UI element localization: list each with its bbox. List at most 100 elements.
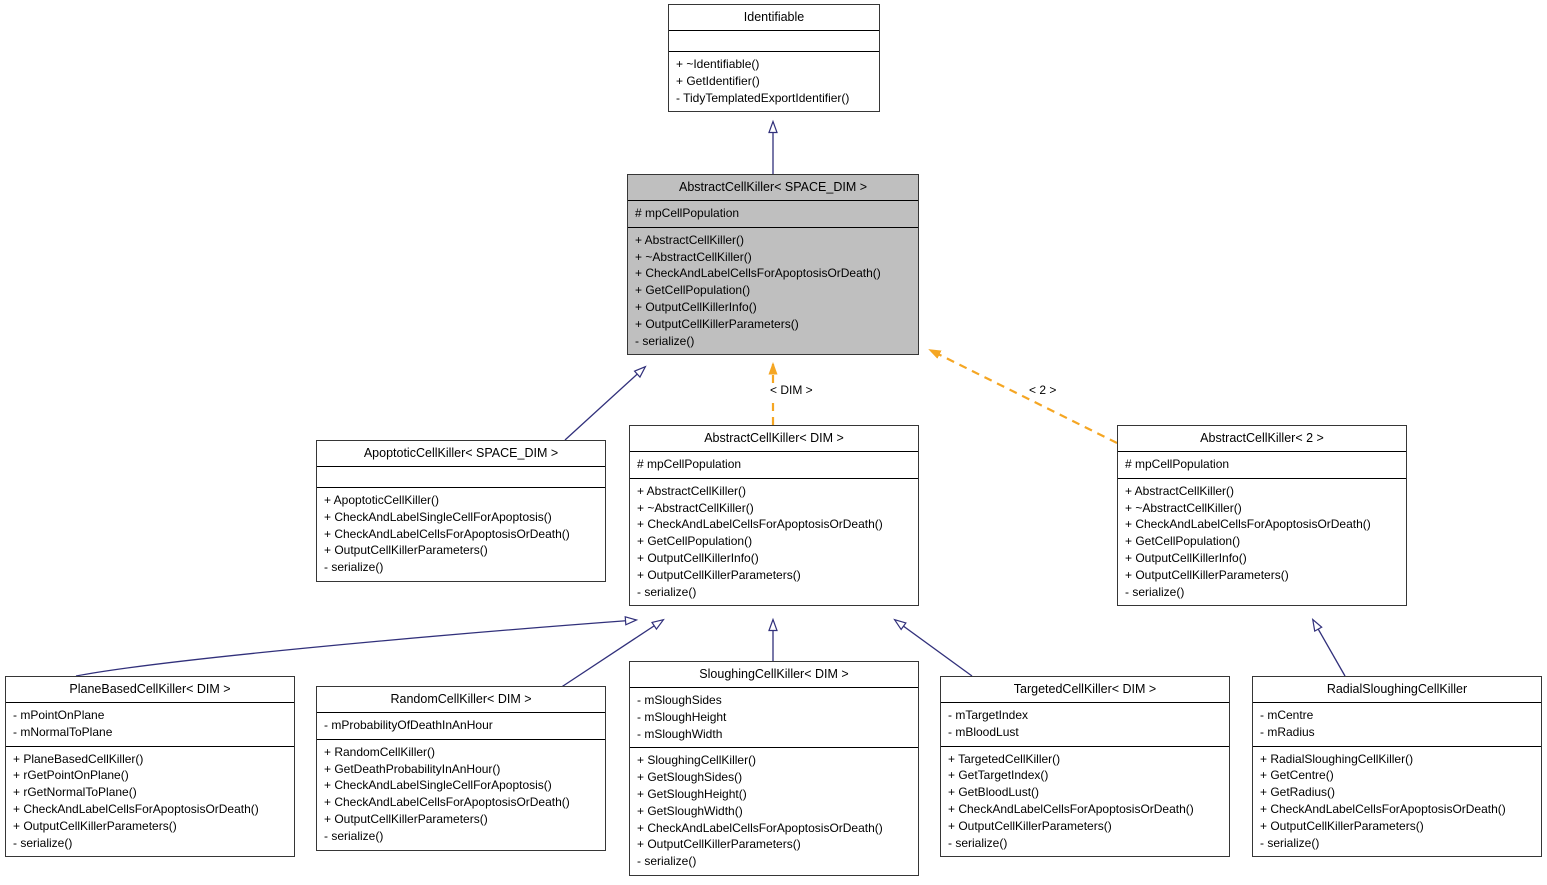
class-attributes: - mTargetIndex - mBloodLust: [941, 703, 1229, 747]
class-operation: + AbstractCellKiller(): [1125, 483, 1235, 498]
class-operation: + GetSloughHeight(): [637, 786, 747, 801]
class-operation: + ~AbstractCellKiller(): [635, 249, 752, 264]
class-title: AbstractCellKiller< SPACE_DIM >: [628, 175, 918, 201]
class-operation: - serialize(): [1260, 835, 1320, 850]
class-operation: + PlaneBasedCellKiller(): [13, 751, 144, 766]
class-operation: + AbstractCellKiller(): [637, 483, 747, 498]
class-operations: + RadialSloughingCellKiller() + GetCentr…: [1253, 747, 1541, 857]
class-node-targetedcellkiller[interactable]: TargetedCellKiller< DIM > - mTargetIndex…: [940, 676, 1230, 858]
class-attribute: # mpCellPopulation: [637, 457, 742, 471]
class-operation: + ~Identifiable(): [676, 57, 760, 71]
class-operation: + GetSloughSides(): [637, 770, 743, 785]
class-node-randomcellkiller[interactable]: RandomCellKiller< DIM > - mProbabilityOf…: [316, 686, 606, 851]
class-diagram-canvas: AbstractCellKiller< SPACE_DIM > --> Abst…: [0, 0, 1547, 885]
class-node-sloughingcellkiller[interactable]: SloughingCellKiller< DIM > - mSloughSide…: [629, 661, 919, 876]
class-operations: + TargetedCellKiller() + GetTargetIndex(…: [941, 747, 1229, 857]
class-title: ApoptoticCellKiller< SPACE_DIM >: [317, 441, 605, 467]
class-operation: + GetIdentifier(): [676, 73, 760, 88]
class-operation: + GetCellPopulation(): [637, 534, 753, 549]
edge-label-2: < 2 >: [1028, 383, 1058, 397]
class-operation: + OutputCellKillerParameters(): [1125, 567, 1289, 582]
class-operation: + CheckAndLabelCellsForApoptosisOrDeath(…: [637, 517, 883, 532]
class-operation: + CheckAndLabelCellsForApoptosisOrDeath(…: [637, 820, 883, 835]
class-attribute: - mTargetIndex: [948, 708, 1029, 722]
class-operation: + CheckAndLabelCellsForApoptosisOrDeath(…: [635, 266, 881, 281]
class-title: AbstractCellKiller< 2 >: [1118, 426, 1406, 452]
class-operation: + OutputCellKillerParameters(): [1260, 818, 1424, 833]
class-attributes: - mSloughSides - mSloughHeight - mSlough…: [630, 688, 918, 749]
class-attributes: # mpCellPopulation: [1118, 452, 1406, 479]
class-title: PlaneBasedCellKiller< DIM >: [6, 677, 294, 703]
class-operation: + CheckAndLabelSingleCellForApoptosis(): [324, 509, 552, 524]
class-operation: + CheckAndLabelCellsForApoptosisOrDeath(…: [948, 801, 1194, 816]
class-title: SloughingCellKiller< DIM >: [630, 662, 918, 688]
class-operation: + CheckAndLabelCellsForApoptosisOrDeath(…: [1260, 801, 1506, 816]
class-attributes: [317, 467, 605, 488]
class-operation: + GetDeathProbabilityInAnHour(): [324, 761, 501, 776]
class-attribute: # mpCellPopulation: [1125, 457, 1230, 471]
class-attribute: - mRadius: [1260, 724, 1315, 739]
class-operation: - serialize(): [13, 835, 73, 850]
class-operation: + SloughingCellKiller(): [637, 753, 757, 768]
class-node-radialsloughingcellkiller[interactable]: RadialSloughingCellKiller - mCentre - mR…: [1252, 676, 1542, 858]
class-operation: + RadialSloughingCellKiller(): [1260, 751, 1414, 766]
class-operation: + OutputCellKillerInfo(): [1125, 550, 1247, 565]
class-attributes: - mPointOnPlane - mNormalToPlane: [6, 703, 294, 747]
class-operations: + ApoptoticCellKiller() + CheckAndLabelS…: [317, 488, 605, 581]
class-attribute: # mpCellPopulation: [635, 206, 740, 220]
class-operation: + GetBloodLust(): [948, 785, 1040, 800]
class-operation: + CheckAndLabelCellsForApoptosisOrDeath(…: [13, 801, 259, 816]
class-node-abstractcellkiller-2[interactable]: AbstractCellKiller< 2 > # mpCellPopulati…: [1117, 425, 1407, 607]
class-attributes: # mpCellPopulation: [630, 452, 918, 479]
class-attributes: [669, 31, 879, 52]
class-title: RadialSloughingCellKiller: [1253, 677, 1541, 703]
edge-radialsloughingcellkiller-to-abstractcellkiller-2: [1311, 618, 1346, 677]
class-attribute: - mNormalToPlane: [13, 724, 113, 739]
class-operation: - serialize(): [1125, 584, 1185, 599]
class-node-identifiable[interactable]: Identifiable + ~Identifiable() + GetIden…: [668, 4, 880, 113]
class-attribute: - mSloughSides: [637, 693, 722, 707]
class-operation: + ApoptoticCellKiller(): [324, 493, 440, 507]
class-operation: - TidyTemplatedExportIdentifier(): [676, 90, 850, 105]
edge-label-dim: < DIM >: [769, 383, 814, 397]
class-operation: + OutputCellKillerParameters(): [324, 543, 488, 558]
class-operation: - serialize(): [635, 333, 695, 348]
edge-planebasedcellkiller-to-abstractcellkiller-dim: [75, 615, 639, 677]
class-operation: + CheckAndLabelCellsForApoptosisOrDeath(…: [324, 795, 570, 810]
class-operation: - serialize(): [948, 835, 1008, 850]
class-operation: - serialize(): [637, 854, 697, 869]
class-operation: - serialize(): [324, 560, 384, 575]
class-operation: + AbstractCellKiller(): [635, 232, 745, 247]
class-operations: + AbstractCellKiller() + ~AbstractCellKi…: [630, 479, 918, 606]
class-node-abstractcellkiller-dim[interactable]: AbstractCellKiller< DIM > # mpCellPopula…: [629, 425, 919, 607]
class-attribute: - mSloughWidth: [637, 726, 723, 741]
class-operation: + OutputCellKillerParameters(): [637, 837, 801, 852]
class-operation: + CheckAndLabelCellsForApoptosisOrDeath(…: [1125, 517, 1371, 532]
class-operation: + RandomCellKiller(): [324, 744, 436, 759]
class-operation: + rGetNormalToPlane(): [13, 785, 137, 800]
class-operation: + ~AbstractCellKiller(): [637, 500, 754, 515]
class-operations: + AbstractCellKiller() + ~AbstractCellKi…: [1118, 479, 1406, 606]
class-node-planebasedcellkiller[interactable]: PlaneBasedCellKiller< DIM > - mPointOnPl…: [5, 676, 295, 858]
class-node-abstractcellkiller-spacedim[interactable]: AbstractCellKiller< SPACE_DIM > # mpCell…: [627, 174, 919, 356]
class-operation: + OutputCellKillerInfo(): [637, 550, 759, 565]
class-operation: + CheckAndLabelCellsForApoptosisOrDeath(…: [324, 526, 570, 541]
class-operation: - serialize(): [637, 584, 697, 599]
class-attributes: - mCentre - mRadius: [1253, 703, 1541, 747]
class-operation: + rGetPointOnPlane(): [13, 768, 129, 783]
class-title: Identifiable: [669, 5, 879, 31]
class-attributes: # mpCellPopulation: [628, 201, 918, 228]
class-operations: + AbstractCellKiller() + ~AbstractCellKi…: [628, 228, 918, 355]
class-operation: + TargetedCellKiller(): [948, 751, 1061, 766]
class-operation: + OutputCellKillerParameters(): [637, 567, 801, 582]
class-attribute: - mPointOnPlane: [13, 708, 105, 722]
class-title: RandomCellKiller< DIM >: [317, 687, 605, 713]
class-node-apoptoticcellkiller[interactable]: ApoptoticCellKiller< SPACE_DIM > + Apopt…: [316, 440, 606, 582]
class-operation: + OutputCellKillerParameters(): [948, 818, 1112, 833]
class-operation: + GetRadius(): [1260, 785, 1336, 800]
class-operations: + RandomCellKiller() + GetDeathProbabili…: [317, 740, 605, 850]
class-operation: + GetCentre(): [1260, 768, 1334, 783]
class-operation: + OutputCellKillerParameters(): [635, 316, 799, 331]
class-attribute: - mCentre: [1260, 708, 1314, 722]
class-attributes: - mProbabilityOfDeathInAnHour: [317, 713, 605, 740]
